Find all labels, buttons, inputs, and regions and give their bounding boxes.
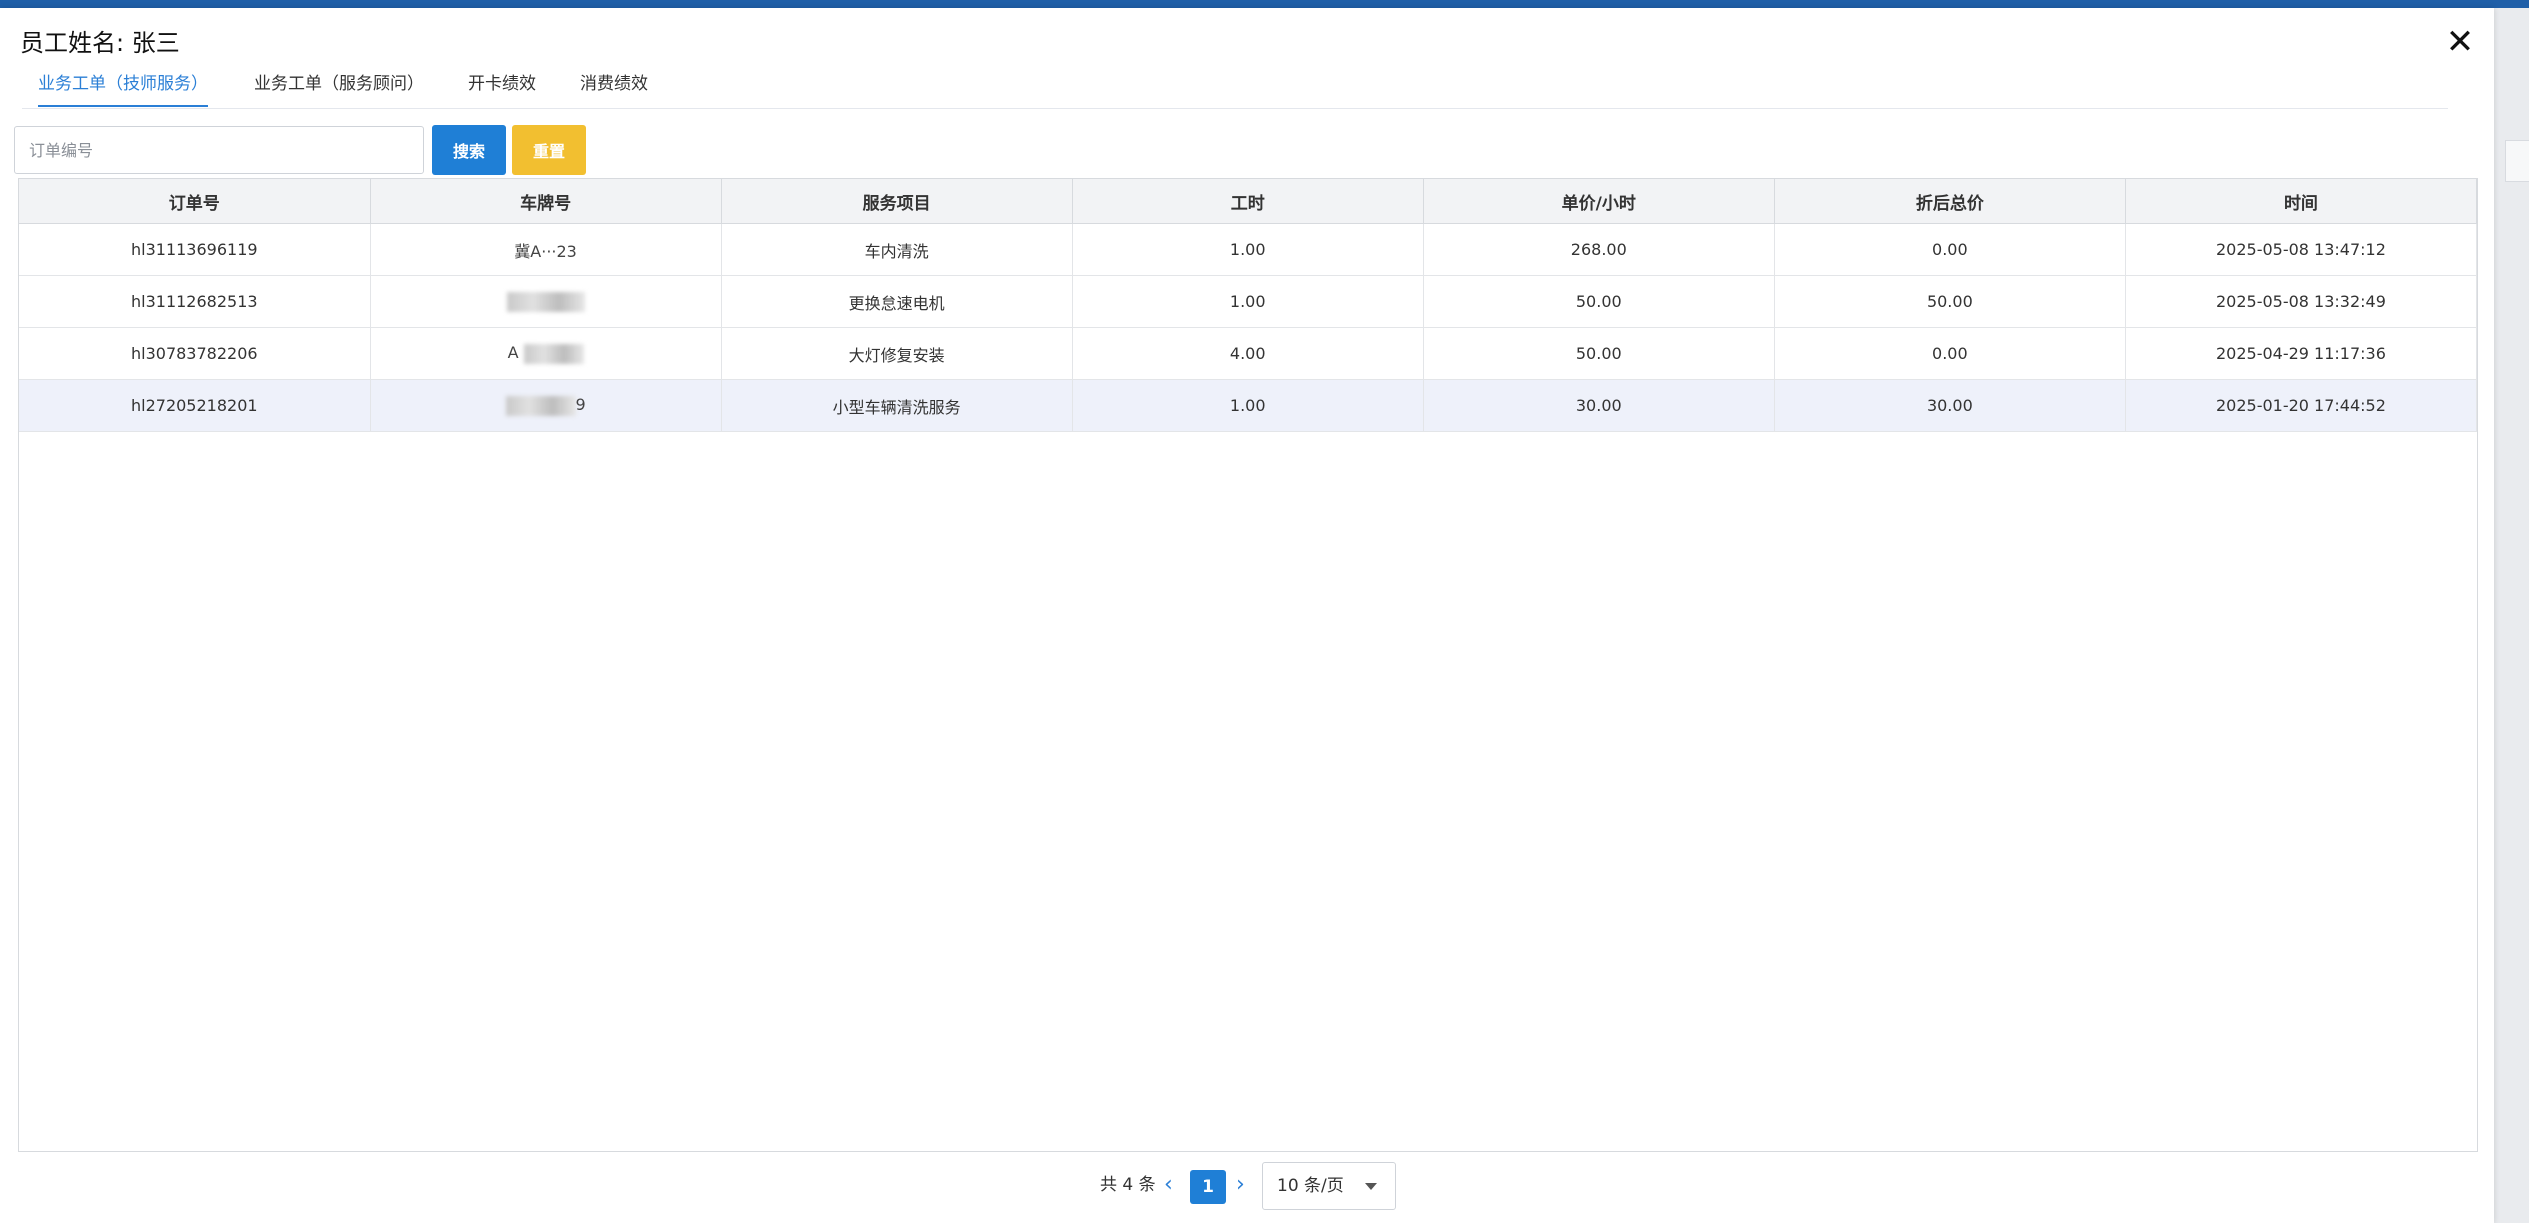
orders-table: 订单号 车牌号 服务项目 工时 单价/小时 折后总价 时间 hl31113696… <box>18 178 2478 1152</box>
page-size-select[interactable]: 10 条/页 <box>1262 1162 1396 1210</box>
chevron-left-icon[interactable]: ‹ <box>1164 1160 1173 1210</box>
caret-down-icon <box>1365 1183 1377 1190</box>
table-row[interactable]: hl31113696119 冀A···23 车内清洗 1.00 268.00 0… <box>19 223 2478 276</box>
table-header-row: 订单号 车牌号 服务项目 工时 单价/小时 折后总价 时间 <box>19 179 2478 224</box>
cell-service: 更换怠速电机 <box>721 275 1073 328</box>
table-row[interactable]: hl31112682513 更换怠速电机 1.00 50.00 50.00 20… <box>19 275 2478 328</box>
cell-hours: 4.00 <box>1072 327 1424 380</box>
cell-time: 2025-04-29 11:17:36 <box>2125 327 2478 380</box>
cell-order: hl31112682513 <box>19 275 371 328</box>
cell-hours: 1.00 <box>1072 223 1424 276</box>
tab-consume-performance[interactable]: 消费绩效 <box>580 62 648 107</box>
cell-price: 268.00 <box>1423 223 1775 276</box>
plate-redaction <box>506 291 585 312</box>
cell-service: 小型车辆清洗服务 <box>721 379 1073 432</box>
plate-redaction <box>505 395 576 416</box>
column-header-service[interactable]: 服务项目 <box>721 179 1073 224</box>
tab-bar: 业务工单（技师服务） 业务工单（服务顾问） 开卡绩效 消费绩效 <box>22 62 2448 109</box>
cell-time: 2025-01-20 17:44:52 <box>2125 379 2478 432</box>
tab-card-performance[interactable]: 开卡绩效 <box>468 62 536 107</box>
cell-hours: 1.00 <box>1072 379 1424 432</box>
plate-redaction <box>523 343 584 364</box>
table-row[interactable]: hl30783782206 A 大灯修复安装 4.00 50.00 0.00 2… <box>19 327 2478 380</box>
background-topbar <box>0 0 2529 8</box>
background-page-strip <box>2494 8 2529 1223</box>
page-size-label: 10 条/页 <box>1277 1176 1344 1196</box>
cell-price: 30.00 <box>1423 379 1775 432</box>
cell-price: 50.00 <box>1423 275 1775 328</box>
cell-total: 30.00 <box>1774 379 2126 432</box>
cell-total: 0.00 <box>1774 223 2126 276</box>
order-number-input[interactable] <box>14 126 424 174</box>
tab-work-order-advisor[interactable]: 业务工单（服务顾问） <box>254 62 424 107</box>
background-page-panel <box>2505 140 2529 182</box>
column-header-price[interactable]: 单价/小时 <box>1423 179 1775 224</box>
cell-order: hl31113696119 <box>19 223 371 276</box>
cell-plate: A <box>370 327 722 380</box>
table-row[interactable]: hl27205218201 9 小型车辆清洗服务 1.00 30.00 30.0… <box>19 379 2478 432</box>
column-header-order[interactable]: 订单号 <box>19 179 371 224</box>
cell-total: 50.00 <box>1774 275 2126 328</box>
employee-dialog: 员工姓名: 张三 ✕ 业务工单（技师服务） 业务工单（服务顾问） 开卡绩效 消费… <box>0 8 2494 1223</box>
search-button[interactable]: 搜索 <box>432 125 506 175</box>
tab-work-order-technician[interactable]: 业务工单（技师服务） <box>38 62 208 107</box>
cell-service: 车内清洗 <box>721 223 1073 276</box>
column-header-hours[interactable]: 工时 <box>1072 179 1424 224</box>
column-header-time[interactable]: 时间 <box>2125 179 2478 224</box>
cell-order: hl27205218201 <box>19 379 371 432</box>
pagination-total: 共 4 条 <box>1100 1175 1156 1195</box>
cell-service: 大灯修复安装 <box>721 327 1073 380</box>
plate-text: 9 <box>575 395 586 415</box>
cell-order: hl30783782206 <box>19 327 371 380</box>
cell-hours: 1.00 <box>1072 275 1424 328</box>
dialog-title: 员工姓名: 张三 <box>20 29 180 57</box>
column-header-plate[interactable]: 车牌号 <box>370 179 722 224</box>
page-number-current[interactable]: 1 <box>1190 1170 1226 1204</box>
close-icon[interactable]: ✕ <box>2440 20 2480 64</box>
cell-time: 2025-05-08 13:32:49 <box>2125 275 2478 328</box>
cell-price: 50.00 <box>1423 327 1775 380</box>
cell-plate: 冀A···23 <box>370 223 722 276</box>
plate-text: A <box>507 343 519 363</box>
chevron-right-icon[interactable]: › <box>1236 1160 1245 1210</box>
cell-plate <box>370 275 722 328</box>
plate-text: 冀A···23 <box>514 241 577 261</box>
cell-time: 2025-05-08 13:47:12 <box>2125 223 2478 276</box>
cell-total: 0.00 <box>1774 327 2126 380</box>
cell-plate: 9 <box>370 379 722 432</box>
column-header-total[interactable]: 折后总价 <box>1774 179 2126 224</box>
reset-button[interactable]: 重置 <box>512 125 586 175</box>
